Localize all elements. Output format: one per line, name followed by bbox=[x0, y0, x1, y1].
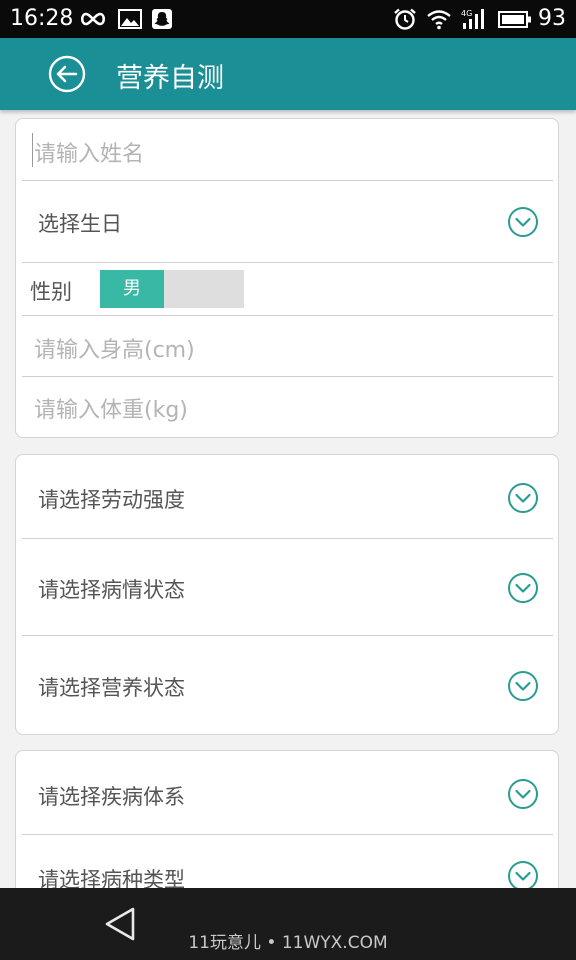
app-bar: 营养自测 bbox=[0, 38, 576, 110]
disease-system-label: 请选择疾病体系 bbox=[38, 785, 185, 809]
svg-text:4G: 4G bbox=[461, 9, 472, 18]
nutrition-state-label: 请选择营养状态 bbox=[38, 676, 185, 700]
weight-placeholder: 请输入体重(kg) bbox=[34, 398, 188, 423]
name-field[interactable]: 请输入姓名 bbox=[22, 119, 553, 181]
gender-label: 性别 bbox=[30, 280, 72, 304]
status-card: 请选择劳动强度 请选择病情状态 请选择营养状态 bbox=[15, 454, 559, 735]
chevron-down-icon bbox=[508, 483, 538, 513]
chevron-down-icon bbox=[508, 861, 538, 888]
nutrition-state-select[interactable]: 请选择营养状态 bbox=[22, 636, 553, 734]
personal-info-card: 请输入姓名 选择生日 性别 男 请输入身高(cm) 请输入体重(kg) bbox=[15, 118, 559, 438]
name-placeholder: 请输入姓名 bbox=[34, 142, 145, 167]
disease-type-label: 请选择病种类型 bbox=[38, 868, 185, 888]
disease-state-select[interactable]: 请选择病情状态 bbox=[22, 539, 553, 636]
wifi-icon bbox=[427, 10, 451, 30]
battery-percentage: 93 bbox=[538, 6, 566, 31]
alarm-icon bbox=[394, 8, 416, 30]
chevron-down-icon bbox=[508, 207, 538, 237]
snapchat-icon bbox=[152, 9, 172, 29]
disease-state-label: 请选择病情状态 bbox=[38, 578, 185, 602]
watermark-text: 11玩意儿 • 11WYX.COM bbox=[188, 933, 388, 953]
form-content[interactable]: 请输入姓名 选择生日 性别 男 请输入身高(cm) 请输入体重(kg) 请选择劳… bbox=[0, 110, 576, 888]
gender-female-option[interactable] bbox=[164, 270, 244, 308]
disease-system-select[interactable]: 请选择疾病体系 bbox=[22, 751, 553, 835]
height-field[interactable]: 请输入身高(cm) bbox=[22, 316, 553, 377]
status-time: 16:28 bbox=[10, 6, 74, 31]
weight-field[interactable]: 请输入体重(kg) bbox=[22, 377, 553, 437]
page-title: 营养自测 bbox=[116, 63, 224, 94]
infinity-icon bbox=[80, 12, 106, 26]
disease-card: 请选择疾病体系 请选择病种类型 bbox=[15, 750, 559, 888]
image-icon bbox=[118, 9, 142, 29]
battery-icon bbox=[498, 11, 531, 28]
navigation-bar: 11玩意儿 • 11WYX.COM bbox=[0, 888, 576, 960]
chevron-down-icon bbox=[508, 573, 538, 603]
birthday-label: 选择生日 bbox=[38, 212, 122, 236]
gender-toggle[interactable]: 男 bbox=[100, 270, 244, 308]
back-circle-icon[interactable] bbox=[48, 55, 86, 93]
status-bar: 16:28 4G 93 bbox=[0, 0, 576, 38]
text-cursor bbox=[32, 133, 33, 167]
gender-male-option[interactable]: 男 bbox=[100, 270, 164, 308]
gender-row: 性别 男 bbox=[22, 263, 553, 316]
labor-intensity-label: 请选择劳动强度 bbox=[38, 488, 185, 512]
chevron-down-icon bbox=[508, 671, 538, 701]
labor-intensity-select[interactable]: 请选择劳动强度 bbox=[22, 455, 553, 539]
birthday-select[interactable]: 选择生日 bbox=[22, 181, 553, 263]
height-placeholder: 请输入身高(cm) bbox=[34, 338, 195, 363]
disease-type-select[interactable]: 请选择病种类型 bbox=[22, 835, 553, 888]
chevron-down-icon bbox=[508, 779, 538, 809]
signal-4g-icon: 4G bbox=[461, 9, 484, 29]
